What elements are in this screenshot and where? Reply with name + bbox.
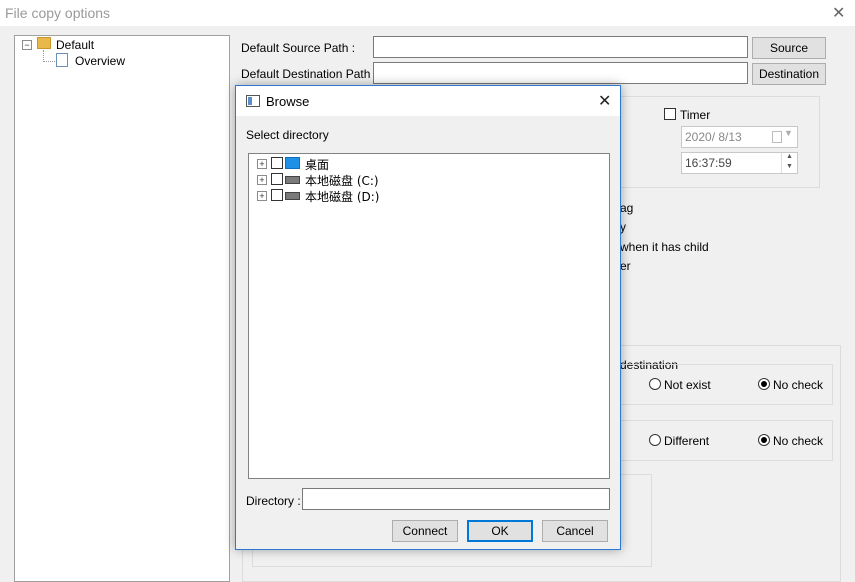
destination-button[interactable]: Destination [752, 63, 826, 85]
spin-buttons[interactable]: ▲ ▼ [781, 153, 798, 173]
option-text-1: ag [620, 201, 634, 215]
select-directory-label: Select directory [246, 128, 329, 142]
radio-different[interactable] [649, 434, 661, 446]
drive-icon [285, 192, 300, 200]
dialog-close-icon[interactable]: ✕ [598, 91, 611, 111]
radio-not-exist-label: Not exist [664, 378, 711, 392]
options-tree[interactable]: − Default Overview [14, 35, 230, 582]
dialog-title: Browse [266, 94, 310, 109]
spin-down-icon[interactable]: ▼ [786, 163, 793, 170]
item-checkbox[interactable] [271, 157, 283, 169]
directory-tree[interactable]: + 桌面 + 本地磁盘 (C:) + 本地磁盘 (D:) [248, 153, 610, 479]
browse-dialog: Browse ✕ Select directory + 桌面 + 本地磁盘 (C… [235, 85, 621, 550]
tree-item-default[interactable]: Default [56, 38, 94, 52]
folder-icon [37, 37, 51, 49]
document-icon [56, 53, 68, 67]
directory-input[interactable] [302, 488, 610, 510]
timer-checkbox[interactable] [664, 108, 676, 120]
source-button[interactable]: Source [752, 37, 826, 59]
time-picker[interactable]: 16:37:59 ▲ ▼ [681, 152, 798, 174]
source-path-label: Default Source Path : [241, 41, 356, 55]
window-title: File copy options [5, 5, 111, 21]
time-value: 16:37:59 [685, 156, 732, 170]
date-value: 2020/ 8/13 [685, 130, 742, 144]
spin-up-icon[interactable]: ▲ [786, 153, 793, 160]
timer-label: Timer [680, 108, 711, 122]
destination-path-label: Default Destination Path : [241, 67, 378, 81]
destination-path-input[interactable] [373, 62, 748, 84]
ok-button[interactable]: OK [467, 520, 533, 542]
radio-not-exist[interactable] [649, 378, 661, 390]
drive-icon [285, 176, 300, 184]
collapse-icon[interactable]: − [22, 40, 32, 50]
window-icon [246, 95, 260, 107]
connect-button[interactable]: Connect [392, 520, 458, 542]
tree-item-overview[interactable]: Overview [75, 54, 125, 68]
radio-different-label: Different [664, 434, 710, 448]
expand-icon[interactable]: + [257, 175, 267, 185]
radio-no-check-2-label: No check [773, 434, 824, 448]
option-text-4: er [620, 259, 631, 273]
date-picker[interactable]: 2020/ 8/13 ▼ [681, 126, 798, 148]
close-icon[interactable]: ✕ [832, 3, 845, 23]
tree-item-desktop[interactable]: 桌面 [305, 156, 329, 173]
item-checkbox[interactable] [271, 173, 283, 185]
radio-no-check-1-label: No check [773, 378, 824, 392]
tree-item-drive-d[interactable]: 本地磁盘 (D:) [305, 188, 379, 205]
chevron-down-icon[interactable]: ▼ [784, 128, 793, 138]
radio-no-check-1[interactable] [758, 378, 770, 390]
radio-no-check-2[interactable] [758, 434, 770, 446]
desktop-icon [285, 157, 300, 169]
dialog-title-bar: Browse ✕ [236, 86, 620, 116]
expand-icon[interactable]: + [257, 159, 267, 169]
title-bar: File copy options ✕ [0, 0, 855, 26]
source-path-input[interactable] [373, 36, 748, 58]
directory-label: Directory : [246, 494, 301, 508]
cancel-button[interactable]: Cancel [542, 520, 608, 542]
item-checkbox[interactable] [271, 189, 283, 201]
option-text-3: when it has child [620, 240, 709, 254]
tree-item-drive-c[interactable]: 本地磁盘 (C:) [305, 172, 379, 189]
expand-icon[interactable]: + [257, 191, 267, 201]
calendar-icon[interactable] [772, 131, 782, 143]
